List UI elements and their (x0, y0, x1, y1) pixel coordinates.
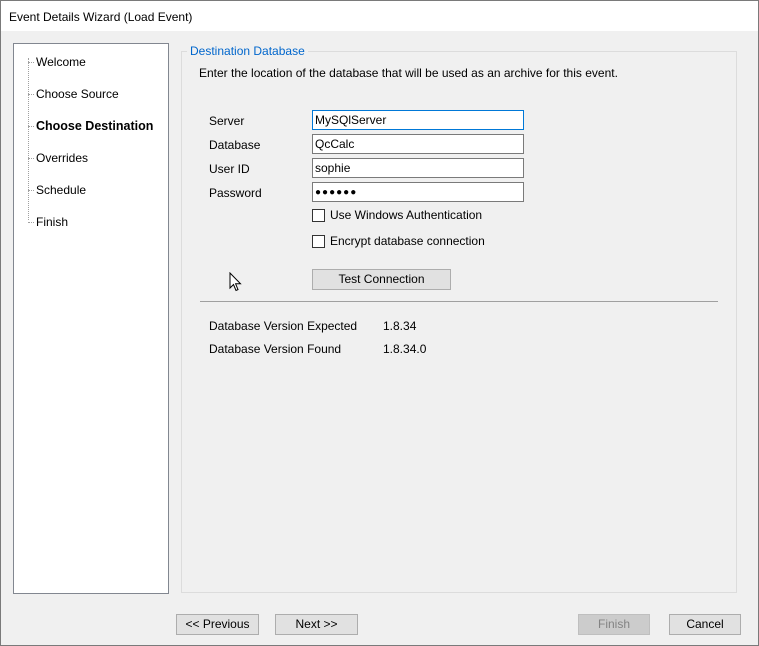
nav-item-label: Overrides (36, 151, 89, 165)
group-title: Destination Database (187, 44, 308, 58)
separator (200, 301, 718, 302)
userid-input[interactable] (312, 158, 524, 178)
previous-button[interactable]: << Previous (176, 614, 259, 635)
windows-auth-checkbox[interactable] (312, 209, 325, 222)
nav-item-label: Welcome (36, 55, 86, 69)
password-label: Password (209, 186, 262, 200)
password-input[interactable] (312, 182, 524, 202)
version-expected-value: 1.8.34 (383, 319, 417, 333)
test-connection-button[interactable]: Test Connection (312, 269, 451, 290)
userid-label: User ID (209, 162, 250, 176)
database-input[interactable] (312, 134, 524, 154)
windows-auth-label: Use Windows Authentication (330, 208, 483, 222)
wizard-steps-panel: Welcome Choose Source Choose Destination… (13, 43, 169, 594)
database-label: Database (209, 138, 261, 152)
nav-item-label: Choose Source (36, 87, 119, 101)
wizard-window: Event Details Wizard (Load Event) Welcom… (0, 0, 759, 646)
title-bar: Event Details Wizard (Load Event) (1, 1, 758, 31)
encrypt-checkbox[interactable] (312, 235, 325, 248)
version-found-value: 1.8.34.0 (383, 342, 427, 356)
nav-item-label: Finish (36, 215, 69, 229)
nav-item-label: Schedule (36, 183, 87, 197)
version-found-label: Database Version Found (209, 342, 342, 356)
mouse-pointer-icon (229, 272, 242, 292)
version-expected-label: Database Version Expected (209, 319, 358, 333)
encrypt-label: Encrypt database connection (330, 234, 485, 248)
cancel-button[interactable]: Cancel (669, 614, 741, 635)
tree-connector-line (28, 58, 29, 220)
window-title: Event Details Wizard (Load Event) (9, 10, 193, 24)
next-button[interactable]: Next >> (275, 614, 358, 635)
server-label: Server (209, 114, 245, 128)
server-input[interactable] (312, 110, 524, 130)
finish-button[interactable]: Finish (578, 614, 650, 635)
intro-text: Enter the location of the database that … (199, 66, 618, 80)
nav-item-label: Choose Destination (36, 119, 154, 133)
